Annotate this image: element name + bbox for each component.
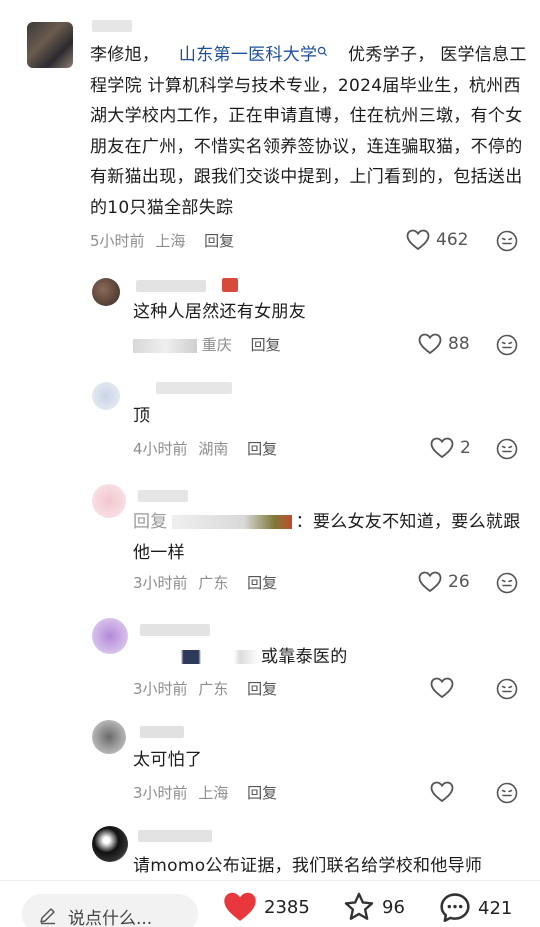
reply-meta: 4小时前 湖南 回复 xyxy=(133,438,277,459)
reply-body: 或靠泰医的 xyxy=(261,647,348,667)
avatar[interactable] xyxy=(92,618,128,654)
reply-item: 请momo公布证据，我们联名给学校和他导师 xyxy=(0,818,540,880)
reply-meta: 3小时前 广东 回复 xyxy=(133,572,277,593)
avatar[interactable] xyxy=(92,720,126,754)
reply-item: 太可怕了 3小时前 上海 回复 xyxy=(0,714,540,814)
pen-icon xyxy=(40,908,55,925)
star-icon xyxy=(344,892,374,920)
reply-item: 这种人居然还有女朋友 重庆 回复 88 xyxy=(0,268,540,368)
reply-meta: 3小时前 广东 回复 xyxy=(133,678,277,699)
reply-location: 广东 xyxy=(198,680,229,698)
reply-location: 广东 xyxy=(198,574,229,592)
like-button[interactable]: 26 xyxy=(418,571,470,593)
comment-time: 5小时前 xyxy=(90,232,145,250)
reply-button[interactable]: 回复 xyxy=(247,574,277,592)
smile-face-icon[interactable] xyxy=(496,678,518,700)
reply-item: 顶 4小时前 湖南 回复 2 xyxy=(0,372,540,472)
reply-location: 上海 xyxy=(198,784,229,802)
reply-button[interactable]: 回复 xyxy=(251,336,281,354)
comment-location: 上海 xyxy=(155,232,186,250)
heart-icon xyxy=(418,333,442,355)
author-name-blurred[interactable] xyxy=(140,726,184,738)
author-name-blurred[interactable] xyxy=(138,830,212,842)
smile-face-icon[interactable] xyxy=(496,334,518,356)
like-count: 462 xyxy=(436,230,469,250)
avatar[interactable] xyxy=(92,484,126,518)
reply-location: 重庆 xyxy=(201,336,232,354)
like-post-button[interactable]: 2385 xyxy=(222,891,310,923)
author-name-blurred[interactable] xyxy=(92,20,132,32)
reply-location: 湖南 xyxy=(198,440,229,458)
heart-icon xyxy=(418,571,442,593)
like-button[interactable] xyxy=(430,677,460,699)
reply-text: 或靠泰医的 xyxy=(133,642,533,673)
smile-face-icon[interactable] xyxy=(496,438,518,460)
reply-time: 3小时前 xyxy=(133,680,188,698)
like-button[interactable]: 2 xyxy=(430,437,471,459)
smile-face-icon[interactable] xyxy=(496,782,518,804)
like-post-count: 2385 xyxy=(264,896,310,918)
comment-button[interactable]: 421 xyxy=(438,891,512,925)
heart-icon xyxy=(430,677,454,699)
reply-button[interactable]: 回复 xyxy=(247,784,277,802)
heart-icon xyxy=(224,892,256,921)
collect-button[interactable]: 96 xyxy=(342,891,405,923)
smile-face-icon[interactable] xyxy=(496,572,518,594)
author-mention: 李修旭， xyxy=(90,45,160,65)
reply-button[interactable]: 回复 xyxy=(204,232,234,250)
author-name-blurred[interactable] xyxy=(136,280,206,292)
like-button[interactable]: 462 xyxy=(406,229,468,251)
like-button[interactable]: 88 xyxy=(418,333,470,355)
avatar[interactable] xyxy=(27,22,73,68)
reply-time: 3小时前 xyxy=(133,784,188,802)
reply-time: 4小时前 xyxy=(133,440,188,458)
author-name-blurred[interactable] xyxy=(140,624,210,636)
like-count: 2 xyxy=(460,438,471,458)
reply-text: 请momo公布证据，我们联名给学校和他导师 xyxy=(133,856,483,876)
school-link[interactable]: 山东第一医科大学 xyxy=(179,45,328,65)
avatar[interactable] xyxy=(92,278,120,306)
reply-button[interactable]: 回复 xyxy=(247,680,277,698)
comment-meta: 5小时前 上海 回复 xyxy=(90,230,234,251)
reply-prefix-blurred xyxy=(133,650,259,664)
comment-text: 李修旭， 山东第一医科大学 优秀学子， 医学信息工程学院 计算机科学与技术专业，… xyxy=(90,40,530,223)
like-count: 88 xyxy=(448,334,470,354)
reply-time-blurred xyxy=(133,338,197,353)
like-button[interactable] xyxy=(430,781,460,803)
reply-text: 回复 ：要么女友不知道，要么就跟 他一样 xyxy=(133,507,533,568)
reply-meta: 重庆 回复 xyxy=(133,334,281,355)
reply-time: 3小时前 xyxy=(133,574,188,592)
search-icon xyxy=(318,46,328,57)
avatar[interactable] xyxy=(92,382,120,410)
reply-meta: 3小时前 上海 回复 xyxy=(133,782,277,803)
reply-body: ：要么女友不知道，要么就跟 xyxy=(295,512,521,532)
bottom-action-bar: 说点什么... 2385 96 421 xyxy=(0,880,540,927)
smile-face-icon[interactable] xyxy=(496,230,518,252)
comment-body: 优秀学子， 医学信息工程学院 计算机科学与技术专业，2024届毕业生，杭州西湖大… xyxy=(90,45,527,218)
reply-item: 或靠泰医的 3小时前 广东 回复 xyxy=(0,610,540,710)
comment-input-placeholder: 说点什么... xyxy=(68,909,153,927)
reply-item: 回复 ：要么女友不知道，要么就跟 他一样 3小时前 广东 回复 26 xyxy=(0,476,540,604)
author-name-blurred[interactable] xyxy=(138,490,188,502)
reply-target-blurred[interactable] xyxy=(171,515,292,529)
reply-text: 这种人居然还有女朋友 xyxy=(133,302,306,322)
comment-count: 421 xyxy=(478,897,513,919)
author-badge-blurred xyxy=(222,278,238,292)
reply-text: 太可怕了 xyxy=(133,750,203,770)
comment-input[interactable]: 说点什么... xyxy=(22,894,198,927)
collect-count: 96 xyxy=(382,896,405,918)
heart-icon xyxy=(406,229,430,251)
heart-icon xyxy=(430,437,454,459)
author-name-blurred[interactable] xyxy=(156,382,232,394)
reply-body-line2: 他一样 xyxy=(133,542,185,563)
comment-item: 李修旭， 山东第一医科大学 优秀学子， 医学信息工程学院 计算机科学与技术专业，… xyxy=(0,0,540,262)
heart-icon xyxy=(430,781,454,803)
reply-button[interactable]: 回复 xyxy=(247,440,277,458)
avatar[interactable] xyxy=(92,826,128,862)
reply-text: 顶 xyxy=(133,406,151,426)
like-count: 26 xyxy=(448,572,470,592)
reply-prefix: 回复 xyxy=(133,512,168,532)
chat-bubble-icon xyxy=(440,893,470,923)
